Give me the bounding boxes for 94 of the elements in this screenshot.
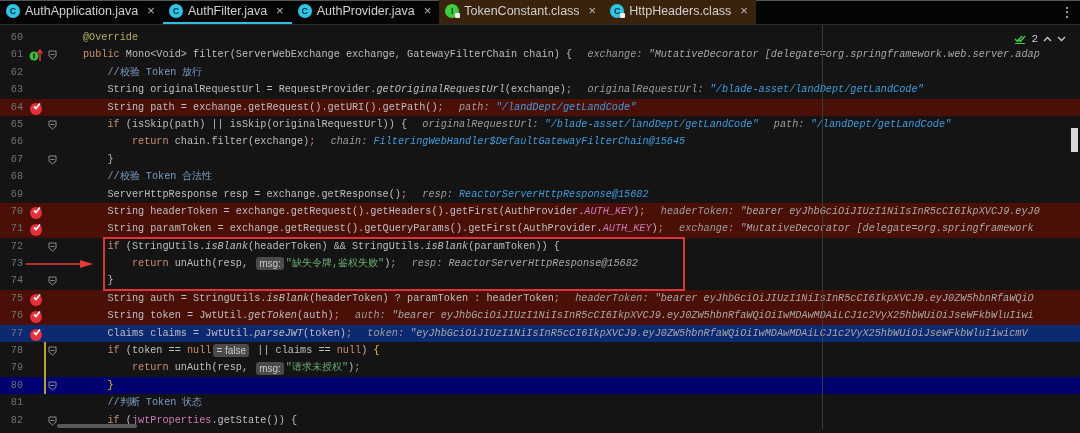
chevron-up-icon[interactable] bbox=[1043, 36, 1052, 43]
code-text: String headerToken = exchange.getRequest().getHeaders().getFirst(AuthProvider.AUTH_KEY); bbox=[107, 204, 646, 219]
close-icon[interactable]: × bbox=[740, 1, 748, 21]
line-number: 74 bbox=[9, 274, 23, 289]
fold-icon[interactable] bbox=[48, 154, 57, 165]
line-number: 69 bbox=[9, 187, 23, 202]
code-text: //判断 Token 状态 bbox=[107, 395, 203, 411]
debug-value-hint: exchange: "MutativeDecorator [delegate=org.springframework bbox=[679, 222, 1034, 237]
line-number: 82 bbox=[9, 413, 23, 428]
file-type-icon: C bbox=[168, 4, 183, 18]
line-number: 66 bbox=[9, 135, 23, 150]
debug-value-hint: token: "eyJhbGciOiJIUzI1NiIsInR5cCI6IkpXVCJ9.eyJ0ZW5hbnRfaWQiOiIwMDAwMDAiLCJ1c2VyX25hbWUiOiJseWFkbWluIiwicmV bbox=[367, 326, 1028, 341]
code-text: ServerHttpResponse resp = exchange.getResponse(); bbox=[107, 187, 408, 202]
line-number: 80 bbox=[9, 378, 23, 393]
fold-icon[interactable] bbox=[48, 241, 57, 252]
code-text: String auth = StringUtils.isBlank(headerToken) ? paramToken : headerToken; bbox=[107, 291, 560, 306]
line-number: 78 bbox=[9, 344, 23, 359]
code-text: Claims claims = JwtUtil.parseJWT(token); bbox=[107, 326, 353, 341]
code-text: "请求未授权"); bbox=[285, 361, 361, 376]
code-text: if (StringUtils.isBlank(headerToken) && StringUtils.isBlank(paramToken)) { bbox=[107, 239, 560, 254]
debug-value-hint: headerToken: "bearer eyJhbGciOiJIUzI1NiIsInR5cCI6IkpXVCJ9.eyJ0 bbox=[660, 204, 1040, 219]
code-text: String paramToken = exchange.getRequest().getQueryParams().getFirst(AuthProvider.AUTH_KEY); bbox=[107, 222, 664, 237]
more-menu-icon[interactable]: ⋮ bbox=[1060, 2, 1074, 23]
fold-icon[interactable] bbox=[48, 119, 57, 130]
debug-value-hint: resp: ReactorServerHttpResponse@15682 bbox=[411, 257, 638, 272]
file-tab[interactable]: C AuthProvider.java × bbox=[291, 0, 440, 24]
file-type-icon: C bbox=[297, 4, 312, 18]
line-number: 79 bbox=[9, 361, 23, 376]
code-text: //校验 Token 合法性 bbox=[107, 170, 213, 185]
fold-icon[interactable] bbox=[48, 380, 57, 391]
code-text: String originalRequestUrl = RequestProvider.getOriginalRequestUrl(exchange); bbox=[107, 83, 573, 98]
inlay-hint: msg: bbox=[256, 361, 284, 375]
code-text: String path = exchange.getRequest().getURI().getPath(); bbox=[107, 100, 444, 115]
file-tab[interactable]: C AuthApplication.java × bbox=[0, 0, 163, 24]
line-number: 61 bbox=[9, 48, 23, 63]
line-number: 81 bbox=[9, 396, 23, 411]
debug-value-hint: exchange: "MutativeDecorator [delegate=org.springframework.web.server.adap bbox=[587, 48, 1040, 63]
code-text: //校验 Token 放行 bbox=[107, 65, 203, 80]
debug-value-hint: headerToken: "bearer eyJhbGciOiJIUzI1NiIsInR5cCI6IkpXVCJ9.eyJ0ZW5hbnRfaWQiO bbox=[575, 291, 1034, 306]
line-number: 73 bbox=[9, 257, 23, 272]
debug-value-hint: auth: "bearer eyJhbGciOiJIUzI1NiIsInR5cCI6IkpXVCJ9.eyJ0ZW5hbnRfaWQiOiIwMDAwMDAiLCJ1c2VyX25hbWUiOiJseWFkbWluIiwi bbox=[355, 309, 1034, 324]
fold-icon[interactable] bbox=[48, 346, 57, 357]
fold-icon[interactable] bbox=[48, 50, 57, 61]
fold-icon[interactable] bbox=[48, 415, 57, 426]
debug-value-hint: resp: ReactorServerHttpResponse@15682 bbox=[422, 187, 649, 202]
code-text: String token = JwtUtil.getToken(auth); bbox=[107, 309, 340, 324]
code-text: return unAuth(resp, bbox=[131, 361, 250, 376]
code-text: if (token == null bbox=[107, 344, 212, 359]
inlay-hint: = false bbox=[213, 344, 250, 358]
close-icon[interactable]: × bbox=[423, 1, 432, 21]
inlay-hint: msg: bbox=[256, 257, 284, 271]
line-number: 65 bbox=[9, 117, 23, 132]
debug-value-hint: originalRequestUrl: "/blade-asset/landDept/getLandCode" bbox=[422, 117, 759, 132]
line-number: 77 bbox=[9, 326, 23, 341]
close-icon[interactable]: × bbox=[276, 1, 284, 21]
debug-value-hint: chain: FilteringWebHandler$DefaultGatewayFilterChain@15645 bbox=[330, 135, 686, 150]
code-text: } bbox=[107, 378, 114, 393]
code-text: } bbox=[107, 274, 114, 289]
line-number: 71 bbox=[9, 222, 23, 237]
problem-count[interactable]: 2 bbox=[1031, 31, 1038, 48]
close-icon[interactable]: × bbox=[588, 1, 597, 21]
scrollbar-thumb[interactable] bbox=[57, 424, 137, 428]
line-number: 63 bbox=[9, 83, 23, 98]
check-icon bbox=[1014, 34, 1027, 45]
debug-value-hint: originalRequestUrl: "/blade-asset/landDept/getLandCode" bbox=[587, 83, 924, 98]
line-number: 70 bbox=[9, 204, 23, 219]
file-tab[interactable]: C AuthFilter.java × bbox=[162, 0, 292, 24]
line-number: 62 bbox=[9, 65, 23, 80]
file-tab[interactable]: C HttpHeaders.class × bbox=[604, 0, 756, 24]
file-tab[interactable]: I TokenConstant.class × bbox=[439, 0, 605, 24]
line-number: 64 bbox=[9, 100, 23, 115]
line-number: 60 bbox=[9, 31, 23, 45]
scrollbar-thumb[interactable] bbox=[1071, 128, 1078, 152]
code-text: || claims == null) { bbox=[256, 344, 380, 359]
debug-value-hint: path: "/landDept/getLandCode" bbox=[773, 117, 952, 132]
code-text: } bbox=[107, 152, 114, 167]
line-number: 67 bbox=[9, 152, 23, 167]
line-number: 72 bbox=[9, 239, 23, 254]
code-text: return chain.filter(exchange); bbox=[131, 135, 316, 150]
code-text: return unAuth(resp, bbox=[131, 257, 250, 272]
file-type-icon: C bbox=[6, 4, 20, 18]
code-text: "缺失令牌,鉴权失败"); bbox=[285, 256, 397, 272]
debug-value-hint: path: "/landDept/getLandCode" bbox=[459, 100, 637, 115]
code-text: @Override bbox=[83, 31, 139, 45]
close-icon[interactable]: × bbox=[147, 1, 155, 21]
fold-icon[interactable] bbox=[48, 276, 57, 287]
file-type-icon: I bbox=[445, 4, 460, 18]
code-text: if (isSkip(path) || isSkip(originalRequestUrl)) { bbox=[107, 117, 408, 132]
code-text: public Mono<Void> filter(ServerWebExchange exchange, GatewayFilterChain chain) { bbox=[83, 48, 573, 63]
chevron-down-icon[interactable] bbox=[1057, 36, 1066, 43]
line-number: 75 bbox=[9, 291, 23, 306]
file-type-icon: C bbox=[610, 4, 625, 18]
line-number: 76 bbox=[9, 309, 23, 324]
line-number: 68 bbox=[9, 170, 23, 185]
